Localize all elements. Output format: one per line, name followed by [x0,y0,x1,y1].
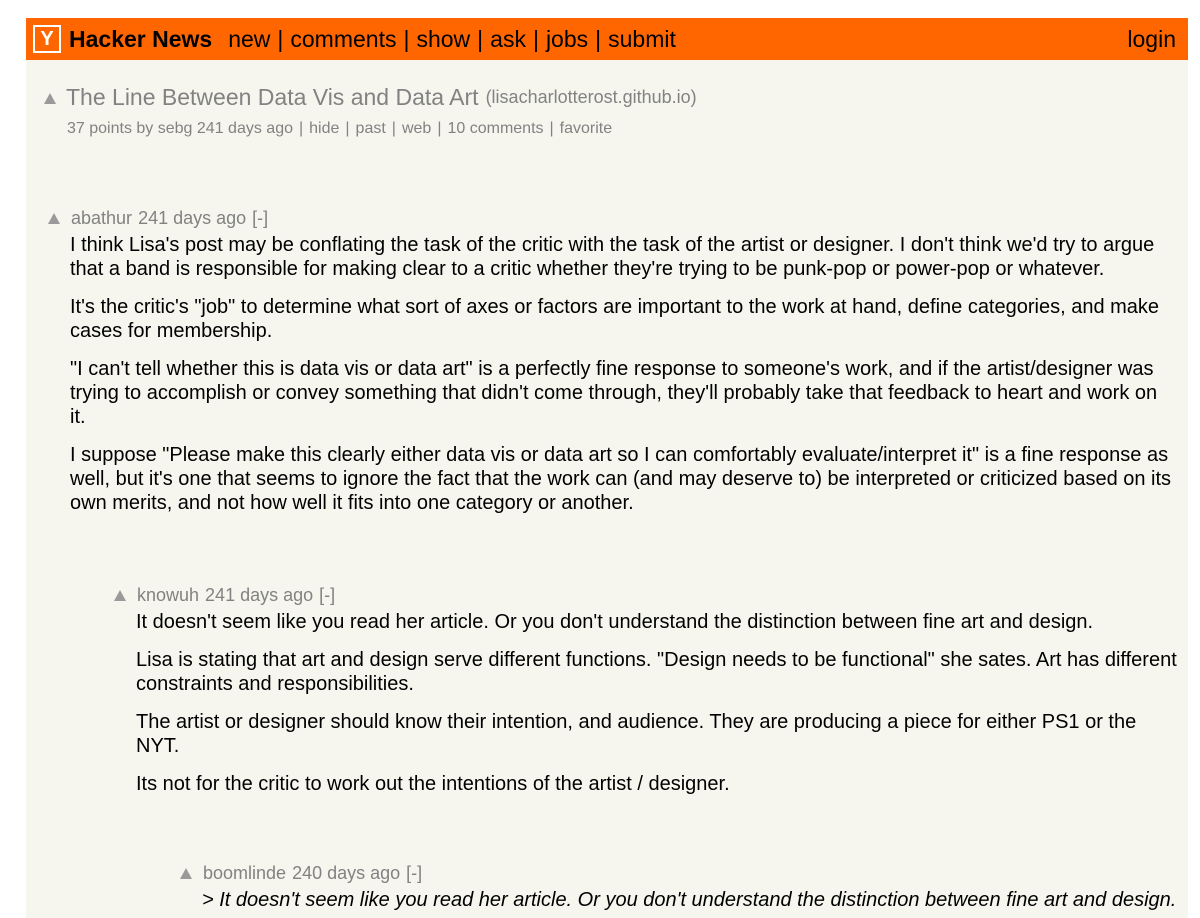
comment-header: abathur 241 days ago [-] [48,208,1178,229]
nav-separator: | [477,25,484,52]
story-points: 37 points [67,120,132,137]
comment: boomlinde 240 days ago [-] > It doesn't … [180,863,1178,918]
story-site-link[interactable]: (lisacharlotterost.github.io) [486,87,697,108]
subtext-separator: | [298,120,304,137]
nav-submit[interactable]: submit [608,26,676,53]
comment-paragraph: It's the critic's "job" to determine wha… [70,296,1160,342]
comment-age-link[interactable]: 241 days ago [205,585,313,606]
story-user-link[interactable]: sebg [158,120,193,137]
story: The Line Between Data Vis and Data Art (… [44,84,697,138]
story-subtext: 37 points by sebg 241 days ago | hide | past… [67,120,697,138]
nav-jobs[interactable]: jobs [546,26,588,53]
subtext-separator: | [437,120,442,137]
comment-paragraph: Lisa is stating that art and design serv… [136,649,1177,695]
comment: knowuh 241 days ago [-] It doesn't seem … [114,585,1178,810]
story-web-link[interactable]: web [402,120,431,137]
comment-header: knowuh 241 days ago [-] [114,585,1178,606]
subtext-separator: | [345,120,350,137]
comment-text: > It doesn't seem like you read her arti… [202,888,1178,912]
upvote-arrow-icon[interactable] [48,213,60,224]
nav-separator: | [403,25,410,52]
comment-text: It doesn't seem like you read her articl… [136,610,1178,796]
nav-links: new | comments | show | ask | jobs | sub… [228,26,676,53]
hn-page: Y Hacker News new | comments | show | as… [26,18,1188,918]
nav-comments[interactable]: comments [290,26,396,53]
nav-new[interactable]: new [228,26,270,53]
site-name-link[interactable]: Hacker News [69,26,212,53]
comment-header: boomlinde 240 days ago [-] [180,863,1178,884]
upvote-arrow-icon[interactable] [180,868,192,879]
story-title-link[interactable]: The Line Between Data Vis and Data Art [66,84,479,111]
login-link[interactable]: login [1127,26,1176,53]
story-age-link[interactable]: 241 days ago [197,120,293,137]
collapse-toggle[interactable]: [-] [406,863,422,884]
story-hide-link[interactable]: hide [309,120,339,137]
nav-separator: | [277,25,284,52]
upvote-arrow-icon[interactable] [44,93,56,104]
comment-paragraph: I suppose "Please make this clearly eith… [70,444,1172,514]
nav-ask[interactable]: ask [490,26,526,53]
story-past-link[interactable]: past [356,120,386,137]
comment: abathur 241 days ago [-] I think Lisa's … [48,208,1178,529]
story-comments-link[interactable]: 10 comments [447,120,543,137]
collapse-toggle[interactable]: [-] [319,585,335,606]
comment-paragraph: Its not for the critic to work out the i… [136,773,730,795]
comment-age-link[interactable]: 240 days ago [292,863,400,884]
comment-paragraph: > It doesn't seem like you read her arti… [202,889,1177,911]
y-logo-icon[interactable]: Y [33,25,61,53]
top-bar: Y Hacker News new | comments | show | as… [26,18,1188,60]
subtext-separator: | [549,120,554,137]
subtext-separator: | [391,120,396,137]
comment-paragraph: I think Lisa's post may be conflating th… [70,234,1155,280]
comment-age-link[interactable]: 241 days ago [138,208,246,229]
comment-user-link[interactable]: abathur [71,208,132,229]
comment-user-link[interactable]: knowuh [137,585,199,606]
comment-paragraph: "I can't tell whether this is data vis o… [70,358,1158,428]
upvote-arrow-icon[interactable] [114,590,126,601]
story-by-label: by [136,120,154,137]
comment-paragraph: The artist or designer should know their… [136,711,1137,757]
nav-separator: | [532,25,539,52]
story-title-row: The Line Between Data Vis and Data Art (… [44,84,697,111]
comment-text: I think Lisa's post may be conflating th… [70,233,1178,515]
nav-separator: | [595,25,602,52]
nav-show[interactable]: show [416,26,470,53]
comment-paragraph: It doesn't seem like you read her articl… [136,611,1094,633]
comment-user-link[interactable]: boomlinde [203,863,286,884]
story-favorite-link[interactable]: favorite [560,120,612,137]
collapse-toggle[interactable]: [-] [252,208,268,229]
